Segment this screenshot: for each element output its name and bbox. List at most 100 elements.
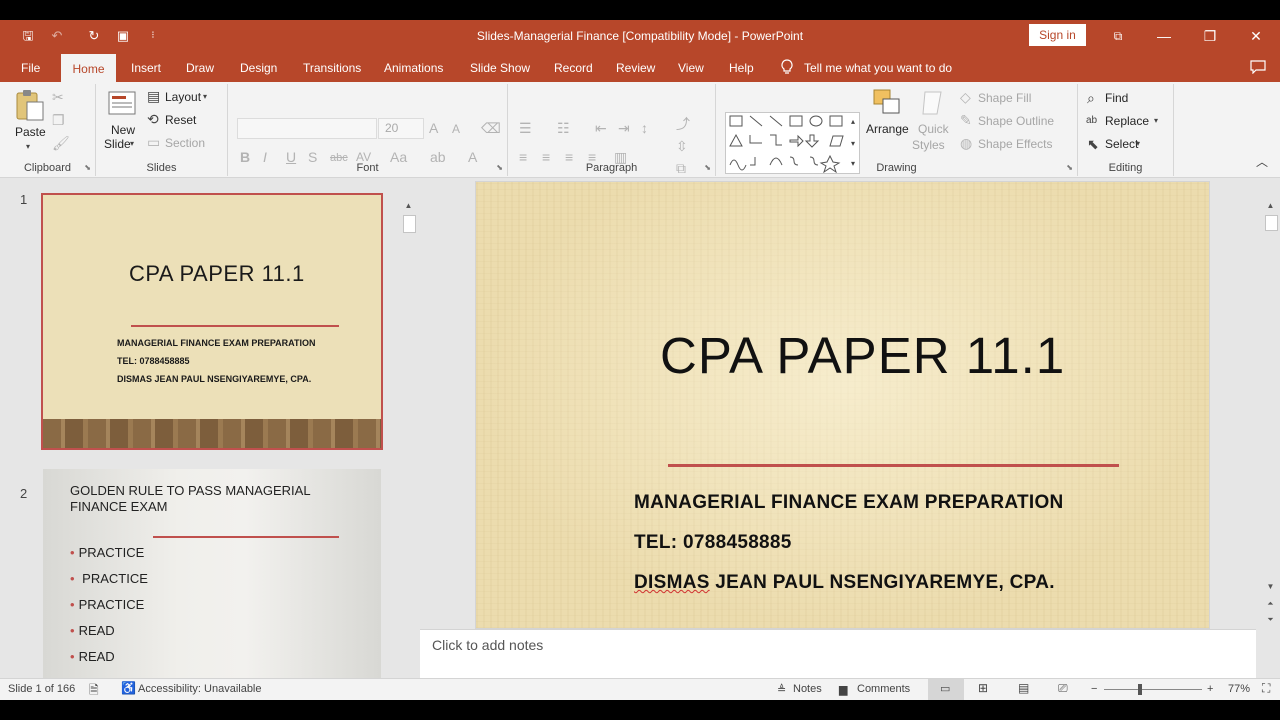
tab-draw[interactable]: Draw (186, 52, 214, 82)
zoom-slider-thumb[interactable] (1138, 684, 1142, 695)
slide-show-icon[interactable]: ⎚ (1058, 681, 1068, 696)
select-icon[interactable]: ⬉ (1087, 136, 1099, 152)
new-slide-icon[interactable] (107, 88, 139, 120)
quick-styles-label-2[interactable]: Styles (912, 138, 945, 152)
chevron-down-icon[interactable]: ▾ (26, 139, 30, 155)
copy-icon[interactable]: ❐ (52, 112, 65, 128)
shape-effects-icon[interactable]: ◍ (960, 135, 972, 151)
quick-styles-icon[interactable] (919, 88, 949, 118)
tab-design[interactable]: Design (240, 52, 277, 82)
cut-icon[interactable]: ✂ (52, 89, 64, 105)
decrease-indent-icon[interactable]: ⇤ (595, 120, 607, 136)
reading-view-icon[interactable]: ▤ (1018, 681, 1029, 695)
slide-count[interactable]: Slide 1 of 166 (8, 683, 75, 695)
slide-thumbnail-1[interactable]: CPA PAPER 11.1 MANAGERIAL FINANCE EXAM P… (41, 193, 383, 450)
arrange-button[interactable]: Arrange (866, 122, 909, 136)
shape-effects-button[interactable]: Shape Effects (978, 137, 1053, 151)
tab-animations[interactable]: Animations (384, 52, 443, 82)
text-direction-icon[interactable]: ⤴ (676, 116, 690, 132)
align-text-icon[interactable]: ⇳ (676, 138, 688, 154)
accessibility-icon[interactable]: ♿ (121, 681, 136, 695)
slide-subtitle-line[interactable]: TEL: 0788458885 (634, 532, 792, 554)
replace-icon[interactable]: ab (1086, 113, 1097, 129)
scroll-up-icon[interactable]: ▴ (848, 114, 858, 130)
dialog-launcher-icon[interactable]: ⬊ (84, 163, 91, 172)
scroll-down-icon[interactable]: ▾ (848, 136, 858, 152)
new-slide-label-1[interactable]: New (111, 123, 135, 137)
spell-check-icon[interactable]: 🗎 (89, 681, 99, 700)
layout-icon[interactable]: ▤ (147, 88, 160, 104)
restore-icon[interactable]: ❐ (1187, 20, 1233, 52)
chevron-down-icon[interactable]: ▾ (203, 89, 207, 105)
scroll-down-icon[interactable]: ▼ (1263, 579, 1278, 594)
slide-subtitle-line[interactable]: MANAGERIAL FINANCE EXAM PREPARATION (634, 492, 1064, 514)
scroll-up-icon[interactable]: ▲ (401, 198, 416, 213)
tab-view[interactable]: View (678, 52, 704, 82)
tab-home[interactable]: Home (61, 54, 116, 84)
format-painter-icon[interactable]: 🖌 (52, 135, 70, 151)
dialog-launcher-icon[interactable]: ⬊ (496, 163, 503, 172)
tab-help[interactable]: Help (729, 52, 754, 82)
bullets-icon[interactable]: ☰ (519, 120, 532, 136)
comments-pane-icon[interactable] (1250, 60, 1266, 74)
collapse-ribbon-icon[interactable]: ︿ (1256, 154, 1268, 170)
tab-file[interactable]: File (21, 52, 40, 82)
section-icon[interactable]: ▭ (147, 134, 160, 150)
notes-placeholder[interactable]: Click to add notes (432, 637, 543, 653)
dialog-launcher-icon[interactable]: ⬊ (704, 163, 711, 172)
zoom-level[interactable]: 77% (1228, 683, 1250, 695)
chevron-down-icon[interactable]: ▾ (130, 136, 134, 152)
numbering-icon[interactable]: ☷ (557, 120, 570, 136)
section-button[interactable]: Section (165, 136, 205, 150)
new-slide-label-2[interactable]: Slide (104, 137, 131, 151)
tab-review[interactable]: Review (616, 52, 655, 82)
shape-fill-button[interactable]: Shape Fill (978, 91, 1031, 105)
paste-button[interactable]: Paste (15, 125, 46, 139)
chevron-down-icon[interactable]: ▾ (1136, 136, 1140, 152)
scrollbar-thumb[interactable] (1265, 215, 1278, 231)
tell-me-search[interactable]: Tell me what you want to do (780, 52, 952, 82)
current-slide[interactable]: CPA PAPER 11.1 MANAGERIAL FINANCE EXAM P… (475, 181, 1210, 629)
tab-transitions[interactable]: Transitions (303, 52, 361, 82)
select-button[interactable]: Select (1105, 137, 1138, 151)
increase-font-size-icon[interactable]: A (429, 120, 438, 136)
font-size-combobox[interactable]: 20 (378, 118, 424, 139)
line-spacing-icon[interactable]: ↕ (641, 120, 648, 136)
previous-slide-icon[interactable]: ⏶ (1263, 596, 1278, 611)
layout-button[interactable]: Layout (165, 90, 201, 104)
increase-indent-icon[interactable]: ⇥ (618, 120, 630, 136)
shape-outline-icon[interactable]: ✎ (960, 112, 972, 128)
reset-icon[interactable]: ⟲ (147, 111, 159, 127)
replace-button[interactable]: Replace (1105, 114, 1149, 128)
notes-pane[interactable]: Click to add notes (420, 629, 1256, 678)
zoom-in-icon[interactable]: + (1207, 683, 1213, 695)
slide-sorter-icon[interactable]: ⊞ (978, 681, 988, 695)
slide-thumbnail-2[interactable]: GOLDEN RULE TO PASS MANAGERIAL FINANCE E… (43, 469, 381, 689)
comments-icon[interactable]: ▆ (839, 683, 847, 696)
tab-slide-show[interactable]: Slide Show (470, 52, 530, 82)
font-name-combobox[interactable] (237, 118, 377, 139)
misspelled-word[interactable]: DISMAS (634, 572, 710, 593)
slide-title[interactable]: CPA PAPER 11.1 (660, 326, 1065, 385)
search-icon[interactable]: ⌕ (1087, 90, 1095, 106)
slide-scrollbar[interactable]: ▲ ▼ ⏶ ⏷ (1263, 198, 1279, 626)
tab-insert[interactable]: Insert (131, 52, 161, 82)
scroll-up-icon[interactable]: ▲ (1263, 198, 1278, 213)
shape-outline-button[interactable]: Shape Outline (978, 114, 1054, 128)
fit-slide-icon[interactable]: ⛶ (1262, 681, 1270, 696)
tab-record[interactable]: Record (554, 52, 593, 82)
zoom-out-icon[interactable]: − (1091, 683, 1097, 695)
thumbnail-scrollbar[interactable]: ▲ ▼ (401, 198, 417, 698)
clear-formatting-icon[interactable]: ⌫ (481, 120, 501, 136)
slide-subtitle-line[interactable]: DISMAS JEAN PAUL NSENGIYAREMYE, CPA. (634, 572, 1055, 594)
scrollbar-thumb[interactable] (403, 215, 416, 233)
comments-button[interactable]: Comments (857, 683, 910, 695)
next-slide-icon[interactable]: ⏷ (1263, 612, 1278, 627)
reset-button[interactable]: Reset (165, 113, 196, 127)
sign-in-button[interactable]: Sign in (1029, 24, 1086, 46)
minimize-icon[interactable]: — (1141, 20, 1187, 52)
arrange-icon[interactable] (872, 88, 902, 118)
chevron-down-icon[interactable]: ▾ (1154, 113, 1158, 129)
shape-fill-icon[interactable]: ◇ (960, 89, 971, 105)
notes-button[interactable]: Notes (793, 683, 822, 695)
